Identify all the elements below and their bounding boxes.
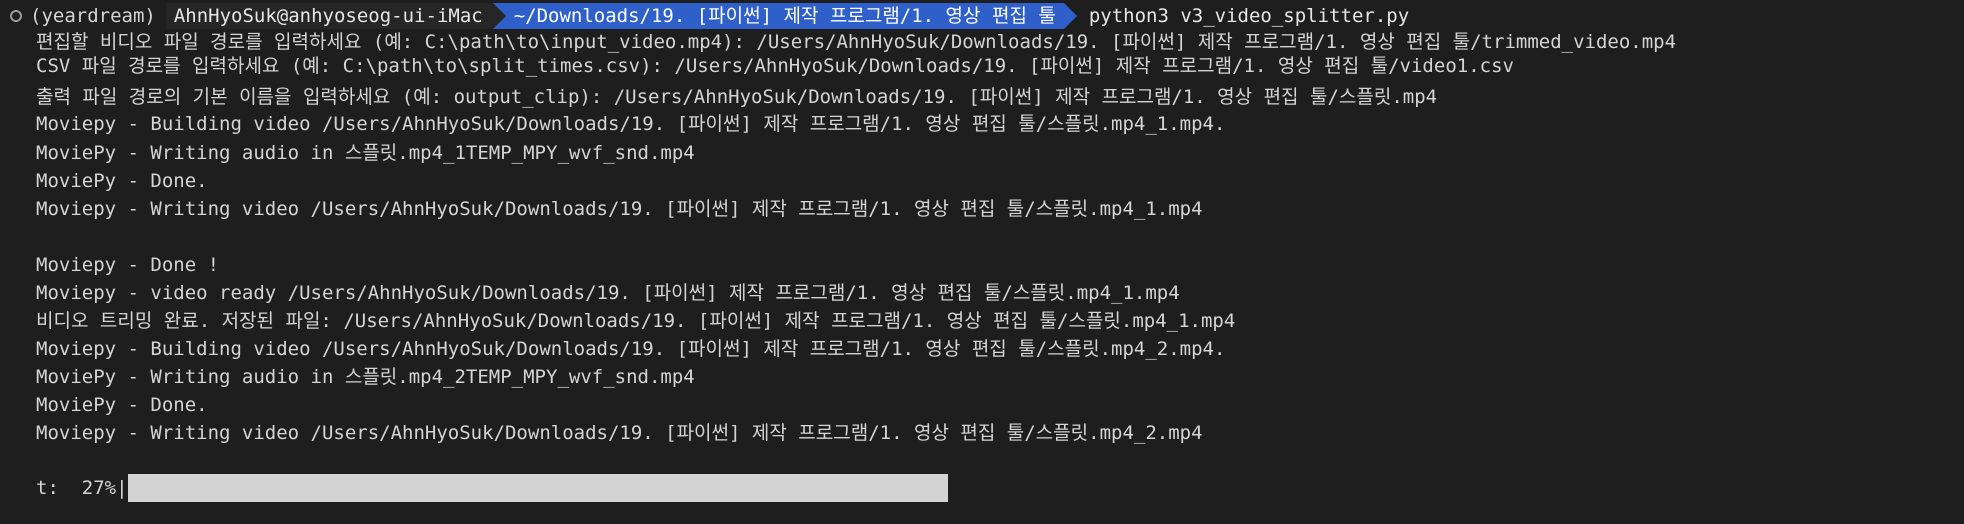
- output-line: MoviePy - Writing audio in 스플릿.mp4_1TEMP…: [36, 142, 695, 164]
- output-line: 편집할 비디오 파일 경로를 입력하세요 (예: C:\path\to\inpu…: [36, 31, 1677, 53]
- output-line: 출력 파일 경로의 기본 이름을 입력하세요 (예: output_clip):…: [36, 86, 1438, 108]
- conda-env: (yeardream): [30, 5, 156, 27]
- output-line: MoviePy - Writing audio in 스플릿.mp4_2TEMP…: [36, 366, 695, 388]
- output-line: Moviepy - Done !: [36, 254, 220, 276]
- powerline-separator-icon: [492, 3, 506, 29]
- terminal-window[interactable]: (yeardream) AhnHyoSuk@anhyoseog-ui-iMac …: [0, 0, 1964, 524]
- current-path-segment: ~/Downloads/19. [파이썬] 제작 프로그램/1. 영상 편집 툴: [505, 3, 1064, 29]
- progress-label: t: 27%|: [36, 477, 128, 499]
- output-line: Moviepy - video ready /Users/AhnHyoSuk/D…: [36, 282, 1180, 304]
- output-line: Moviepy - Building video /Users/AhnHyoSu…: [36, 338, 1226, 360]
- progress-row: t: 27%|: [36, 474, 948, 502]
- output-line: Moviepy - Building video /Users/AhnHyoSu…: [36, 113, 1226, 135]
- prompt-line: (yeardream) AhnHyoSuk@anhyoseog-ui-iMac …: [0, 3, 1409, 29]
- output-line: Moviepy - Writing video /Users/AhnHyoSuk…: [36, 198, 1203, 220]
- powerline-arrow-icon: [1063, 3, 1077, 29]
- output-line: CSV 파일 경로를 입력하세요 (예: C:\path\to\split_ti…: [36, 55, 1514, 77]
- command-text: python3 v3_video_splitter.py: [1088, 5, 1410, 27]
- output-line: Moviepy - Writing video /Users/AhnHyoSuk…: [36, 422, 1203, 444]
- output-line: MoviePy - Done.: [36, 170, 208, 192]
- progress-fill: [127, 474, 948, 502]
- output-line: MoviePy - Done.: [36, 394, 208, 416]
- circle-icon: [10, 10, 22, 22]
- progress-bar: [127, 474, 948, 502]
- user-host-segment: AhnHyoSuk@anhyoseog-ui-iMac: [165, 3, 493, 29]
- output-line: 비디오 트리밍 완료. 저장된 파일: /Users/AhnHyoSuk/Dow…: [36, 310, 1236, 332]
